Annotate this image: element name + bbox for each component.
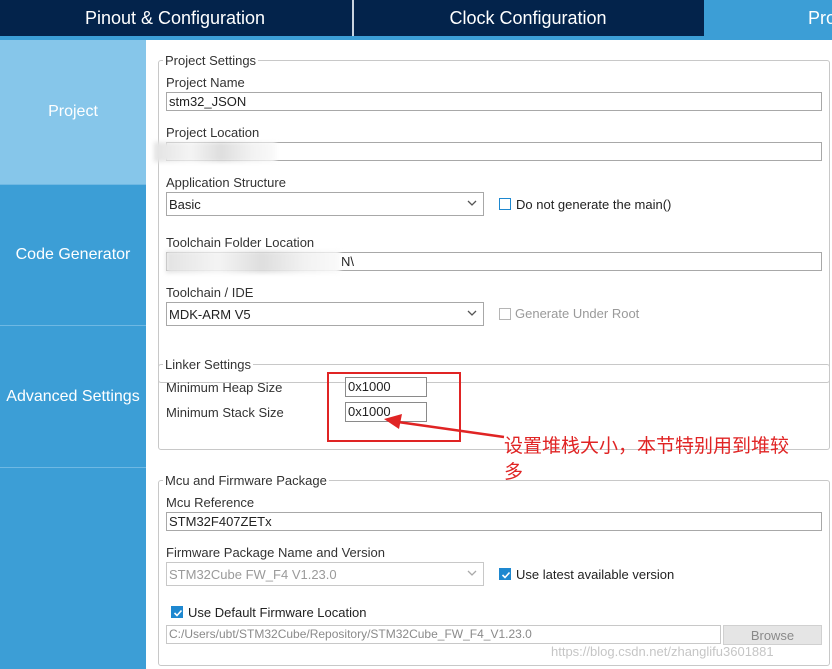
sidebar: Project Code Generator Advanced Settings bbox=[0, 40, 146, 669]
watermark-text: https://blog.csdn.net/zhanglifu3601881 bbox=[551, 644, 774, 659]
check-icon bbox=[501, 571, 511, 579]
firmware-package-select[interactable]: STM32Cube FW_F4 V1.23.0 bbox=[166, 562, 484, 586]
project-settings-legend: Project Settings bbox=[163, 53, 259, 68]
application-structure-label: Application Structure bbox=[166, 175, 286, 190]
check-icon bbox=[173, 609, 183, 617]
tab-pinout-configuration[interactable]: Pinout & Configuration bbox=[0, 0, 350, 36]
annotation-arrow-icon bbox=[384, 414, 505, 439]
toolchain-ide-select[interactable]: MDK-ARM V5 bbox=[166, 302, 484, 326]
chevron-down-icon bbox=[467, 200, 477, 206]
project-name-label: Project Name bbox=[166, 75, 245, 90]
mcu-reference-label: Mcu Reference bbox=[166, 495, 255, 510]
mcu-reference-input[interactable]: STM32F407ZETx bbox=[166, 512, 822, 531]
use-default-location-label: Use Default Firmware Location bbox=[188, 605, 367, 620]
do-not-generate-main-checkbox[interactable] bbox=[499, 198, 511, 210]
do-not-generate-main-label: Do not generate the main() bbox=[516, 197, 672, 212]
project-location-label: Project Location bbox=[166, 125, 260, 140]
redacted-path bbox=[166, 251, 340, 273]
mcu-firmware-legend: Mcu and Firmware Package bbox=[163, 473, 329, 488]
annotation-text: 设置堆栈大小，本节特别用到堆较 多 bbox=[504, 434, 832, 486]
generate-under-root-checkbox[interactable] bbox=[499, 308, 511, 320]
top-tab-bar: Pinout & Configuration Clock Configurati… bbox=[0, 0, 832, 40]
chevron-down-icon bbox=[467, 570, 477, 576]
chevron-down-icon bbox=[467, 310, 477, 316]
generate-under-root-label: Generate Under Root bbox=[515, 306, 640, 321]
application-structure-value: Basic bbox=[169, 197, 201, 212]
linker-settings-legend: Linker Settings bbox=[163, 357, 253, 372]
main-panel: Project Settings Project Name stm32_JSON… bbox=[146, 40, 832, 669]
project-name-input[interactable]: stm32_JSON bbox=[166, 92, 822, 111]
firmware-location-input[interactable]: C:/Users/ubt/STM32Cube/Repository/STM32C… bbox=[166, 625, 721, 644]
annotation-line-1: 设置堆栈大小，本节特别用到堆较 bbox=[504, 436, 790, 457]
firmware-package-value: STM32Cube FW_F4 V1.23.0 bbox=[169, 567, 337, 582]
toolchain-ide-value: MDK-ARM V5 bbox=[169, 307, 251, 322]
use-latest-version-checkbox[interactable] bbox=[499, 568, 511, 580]
browse-button[interactable]: Browse bbox=[723, 625, 822, 645]
redacted-path bbox=[154, 142, 276, 162]
min-heap-size-label: Minimum Heap Size bbox=[166, 380, 283, 395]
tab-project-manager[interactable]: Proj bbox=[704, 0, 832, 36]
use-latest-version-label: Use latest available version bbox=[516, 567, 675, 582]
sidebar-item-project[interactable]: Project bbox=[0, 40, 146, 185]
sidebar-item-code-generator[interactable]: Code Generator bbox=[0, 185, 146, 326]
sidebar-item-advanced-settings[interactable]: Advanced Settings bbox=[0, 326, 146, 468]
firmware-package-label: Firmware Package Name and Version bbox=[166, 545, 385, 560]
application-structure-select[interactable]: Basic bbox=[166, 192, 484, 216]
min-stack-size-label: Minimum Stack Size bbox=[166, 405, 284, 420]
toolchain-ide-label: Toolchain / IDE bbox=[166, 285, 254, 300]
toolchain-folder-value: N\ bbox=[341, 254, 354, 269]
use-default-location-checkbox[interactable] bbox=[171, 606, 183, 618]
toolchain-folder-label: Toolchain Folder Location bbox=[166, 235, 315, 250]
tab-clock-configuration[interactable]: Clock Configuration bbox=[352, 0, 702, 36]
